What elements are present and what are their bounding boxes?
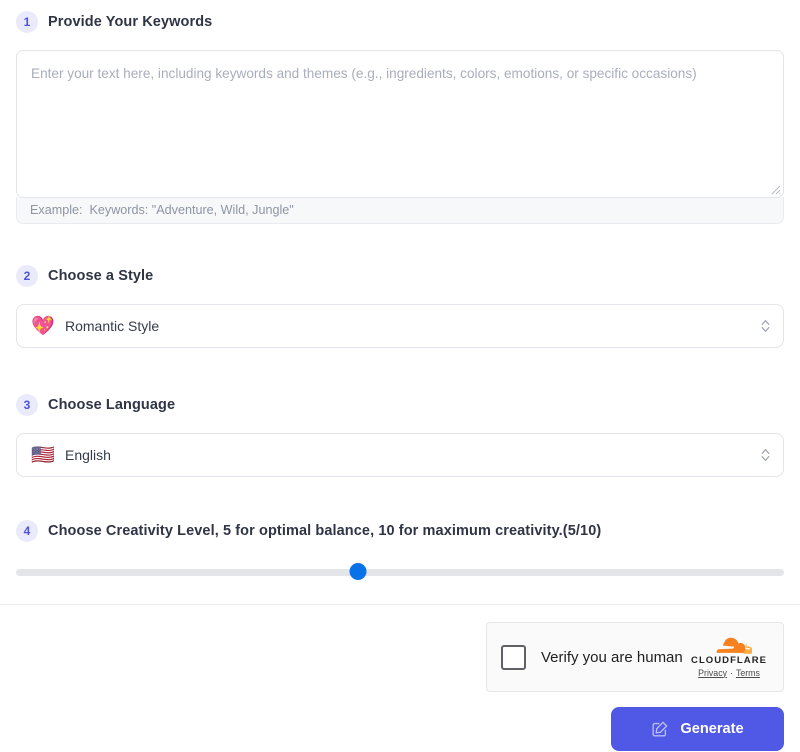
slider-track[interactable]	[16, 569, 784, 576]
chevron-updown-icon	[759, 317, 771, 335]
verify-human-label: Verify you are human	[541, 648, 683, 666]
verify-human-checkbox[interactable]	[501, 644, 526, 670]
step-creativity-level: 4 Choose Creativity Level, 5 for optimal…	[0, 520, 800, 582]
step-4-badge: 4	[16, 520, 38, 542]
keywords-example-bar: Example: Keywords: "Adventure, Wild, Jun…	[16, 197, 784, 224]
turnstile-links: Privacy · Terms	[698, 668, 760, 678]
us-flag-icon: 🇺🇸	[31, 444, 55, 466]
section-divider	[0, 604, 800, 605]
link-separator: ·	[730, 667, 733, 678]
style-select[interactable]: 💖 Romantic Style	[16, 304, 784, 348]
example-text: Keywords: "Adventure, Wild, Jungle"	[89, 203, 294, 217]
privacy-link[interactable]: Privacy	[698, 668, 727, 678]
step-3-header: 3 Choose Language	[0, 394, 800, 416]
keyword-generator-form: 1 Provide Your Keywords Example: Keyword…	[0, 0, 800, 752]
keywords-input[interactable]	[17, 51, 783, 197]
step-choose-language: 3 Choose Language 🇺🇸 English	[0, 394, 800, 477]
cloudflare-brand: CLOUDFLARE Privacy · Terms	[691, 637, 767, 678]
cloudflare-wordmark: CLOUDFLARE	[691, 654, 767, 666]
step-1-title: Provide Your Keywords	[48, 14, 213, 30]
step-4-title: Choose Creativity Level, 5 for optimal b…	[48, 523, 602, 539]
step-3-title: Choose Language	[48, 397, 176, 413]
chevron-updown-icon	[759, 446, 771, 464]
style-select-value: Romantic Style	[65, 318, 160, 334]
step-2-badge: 2	[16, 265, 38, 287]
step-2-header: 2 Choose a Style	[0, 265, 800, 287]
sparkling-heart-icon: 💖	[31, 315, 55, 337]
generate-button[interactable]: Generate	[611, 707, 784, 751]
generate-button-label: Generate	[680, 721, 744, 737]
step-3-badge: 3	[16, 394, 38, 416]
cloudflare-cloud-icon	[716, 637, 753, 654]
cloudflare-turnstile-widget: Verify you are human CLOUDFLARE Privacy …	[486, 622, 784, 692]
step-4-header: 4 Choose Creativity Level, 5 for optimal…	[0, 520, 800, 542]
step-choose-style: 2 Choose a Style 💖 Romantic Style	[0, 265, 800, 348]
compose-edit-icon	[652, 721, 668, 737]
creativity-slider[interactable]	[16, 563, 784, 582]
step-provide-keywords: 1 Provide Your Keywords Example: Keyword…	[0, 11, 800, 224]
terms-link[interactable]: Terms	[736, 668, 760, 678]
language-select-value: English	[65, 447, 111, 463]
language-select[interactable]: 🇺🇸 English	[16, 433, 784, 477]
step-1-badge: 1	[16, 11, 38, 33]
example-label: Example:	[30, 203, 83, 217]
step-1-header: 1 Provide Your Keywords	[0, 11, 800, 33]
step-2-title: Choose a Style	[48, 268, 154, 284]
slider-thumb[interactable]	[349, 563, 367, 580]
keywords-textarea-wrapper	[16, 50, 784, 198]
